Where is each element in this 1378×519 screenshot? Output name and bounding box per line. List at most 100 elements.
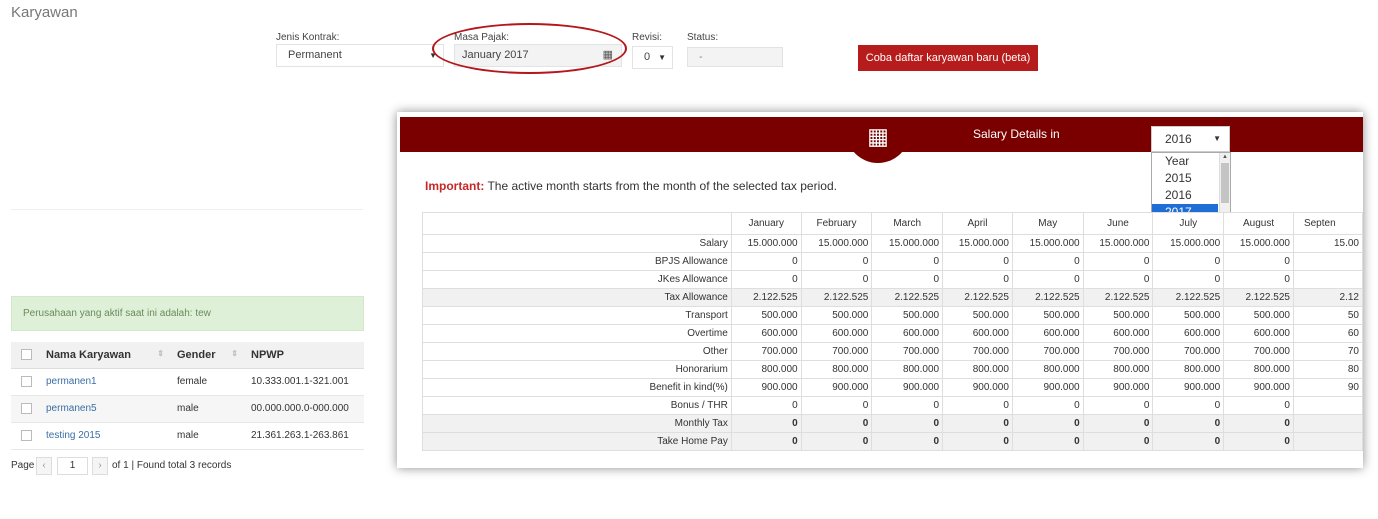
amount-cell: 0 <box>1011 432 1084 451</box>
scroll-up-icon[interactable]: ▲ <box>1222 154 1228 160</box>
amount-cell: 15.000.000 <box>871 234 944 253</box>
amount-cell: 0 <box>1082 252 1154 271</box>
row-label: JKes Allowance <box>422 270 732 289</box>
year-option[interactable]: 2016 <box>1152 187 1218 204</box>
row-checkbox[interactable] <box>21 375 32 387</box>
amount-cell: 0 <box>1223 432 1294 451</box>
row-checkbox[interactable] <box>21 402 32 414</box>
amount-cell: 900.000 <box>800 378 873 397</box>
row-label: Honorarium <box>422 360 732 379</box>
gender-cell: male <box>170 422 244 450</box>
amount-cell: 15.000.000 <box>1223 234 1294 253</box>
amount-cell: 0 <box>1223 396 1294 415</box>
table-row: BPJS Allowance 0 0 0 0 0 0 0 0 <box>422 252 1363 271</box>
page-input[interactable]: 1 <box>57 457 88 475</box>
table-row: Bonus / THR 0 0 0 0 0 0 0 0 <box>422 396 1363 415</box>
row-checkbox[interactable] <box>21 429 32 441</box>
amount-cell: 900.000 <box>942 378 1013 397</box>
table-row: Tax Allowance 2.122.525 2.122.525 2.122.525… <box>422 288 1363 307</box>
amount-cell: 0 <box>730 270 802 289</box>
amount-cell: 700.000 <box>1152 342 1225 361</box>
amount-cell: 2.122.525 <box>1223 288 1294 307</box>
row-label: Overtime <box>422 324 732 343</box>
chevron-down-icon: ▼ <box>658 53 666 62</box>
row-label: Transport <box>422 306 732 325</box>
column-header-gender[interactable]: Gender ⇕ <box>170 342 244 369</box>
table-row: Monthly Tax 0 0 0 0 0 0 0 0 <box>422 414 1363 433</box>
select-all-cell[interactable] <box>11 342 39 369</box>
amount-cell: 0 <box>871 252 944 271</box>
amount-cell: 0 <box>800 432 873 451</box>
year-option[interactable]: 2015 <box>1152 170 1218 187</box>
amount-cell: 15.000.000 <box>1082 234 1154 253</box>
amount-cell: 0 <box>1223 270 1294 289</box>
amount-cell: 800.000 <box>800 360 873 379</box>
month-header: March <box>871 212 944 235</box>
try-new-employee-list-button[interactable]: Coba daftar karyawan baru (beta) <box>858 45 1038 71</box>
amount-cell: 0 <box>942 252 1013 271</box>
prev-page-button[interactable]: ‹ <box>36 457 52 475</box>
table-row: Overtime 600.000 600.000 600.000 600.000 600.… <box>422 324 1363 343</box>
status-field: - <box>687 47 783 67</box>
dropdown-scrollbar[interactable]: ▲ ▼ <box>1219 153 1230 220</box>
revision-value: 0 <box>644 51 651 63</box>
amount-cell: 0 <box>1082 396 1154 415</box>
year-option[interactable]: Year <box>1152 153 1218 170</box>
amount-cell: 0 <box>1223 252 1294 271</box>
table-row: Other 700.000 700.000 700.000 700.000 700.000… <box>422 342 1363 361</box>
employee-link[interactable]: permanen1 <box>46 376 97 387</box>
amount-cell: 900.000 <box>1082 378 1154 397</box>
table-header-row: Nama Karyawan ⇕ Gender ⇕ NPWP <box>11 342 364 369</box>
amount-cell: 500.000 <box>871 306 944 325</box>
amount-cell: 900.000 <box>871 378 944 397</box>
table-row: permanen1 female 10.333.001.1-321.001 <box>11 368 364 396</box>
row-label: Salary <box>422 234 732 253</box>
amount-cell: 0 <box>1152 252 1225 271</box>
amount-cell: 900.000 <box>1152 378 1225 397</box>
amount-cell: 0 <box>1152 414 1225 433</box>
scrollbar-thumb[interactable] <box>1221 163 1229 203</box>
amount-cell <box>1292 252 1363 271</box>
amount-cell: 0 <box>1152 432 1225 451</box>
amount-cell: 900.000 <box>1223 378 1294 397</box>
amount-cell: 900.000 <box>730 378 802 397</box>
amount-cell: 2.122.525 <box>1152 288 1225 307</box>
amount-cell <box>1292 432 1363 451</box>
employee-link[interactable]: testing 2015 <box>46 430 101 441</box>
amount-cell: 500.000 <box>1082 306 1154 325</box>
amount-cell: 0 <box>942 432 1013 451</box>
amount-cell: 50 <box>1292 306 1363 325</box>
amount-cell: 60 <box>1292 324 1363 343</box>
pager-summary: of 1 | Found total 3 records <box>112 460 232 471</box>
amount-cell: 700.000 <box>730 342 802 361</box>
amount-cell: 800.000 <box>1223 360 1294 379</box>
amount-cell: 700.000 <box>800 342 873 361</box>
table-row: permanen5 male 00.000.000.0-000.000 <box>11 395 364 423</box>
amount-cell: 2.122.525 <box>730 288 802 307</box>
table-row: Transport 500.000 500.000 500.000 500.000 500… <box>422 306 1363 325</box>
amount-cell: 15.00 <box>1292 234 1363 253</box>
amount-cell: 500.000 <box>942 306 1013 325</box>
year-select[interactable]: 2016 ▼ <box>1151 126 1230 152</box>
amount-cell: 2.122.525 <box>800 288 873 307</box>
npwp-cell: 21.361.263.1-263.861 <box>244 422 364 450</box>
table-row: Benefit in kind(%) 900.000 900.000 900.000 9… <box>422 378 1363 397</box>
salary-table: January February March April May June Ju… <box>422 212 1363 451</box>
amount-cell: 800.000 <box>871 360 944 379</box>
month-header: February <box>800 212 873 235</box>
contract-select[interactable]: Permanent ▼ <box>276 44 444 67</box>
highlight-annotation <box>432 23 627 74</box>
revision-select[interactable]: 0 ▼ <box>632 46 673 69</box>
amount-cell <box>1292 396 1363 415</box>
amount-cell: 500.000 <box>1223 306 1294 325</box>
amount-cell: 90 <box>1292 378 1363 397</box>
gender-cell: male <box>170 395 244 423</box>
employee-link[interactable]: permanen5 <box>46 403 97 414</box>
row-label: Tax Allowance <box>422 288 732 307</box>
next-page-button[interactable]: › <box>92 457 108 475</box>
year-dropdown-list[interactable]: Year 2015 2016 2017 ▲ ▼ <box>1151 152 1231 221</box>
column-header-npwp[interactable]: NPWP <box>244 342 364 369</box>
select-all-checkbox[interactable] <box>21 349 32 361</box>
amount-cell: 600.000 <box>1223 324 1294 343</box>
column-header-name[interactable]: Nama Karyawan ⇕ <box>39 342 170 369</box>
